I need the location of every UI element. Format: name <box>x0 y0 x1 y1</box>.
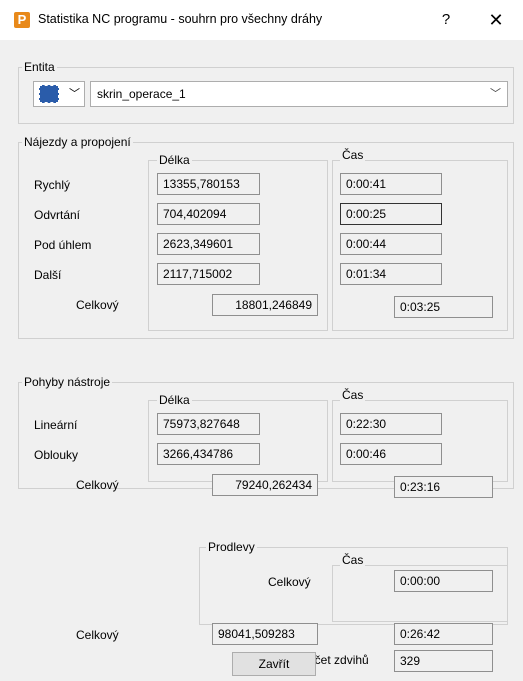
moves-group-label: Nájezdy a propojení <box>22 135 133 149</box>
summary-total-time-field[interactable]: 0:26:42 <box>394 623 493 645</box>
moves-length-field[interactable]: 2117,715002 <box>157 263 260 285</box>
tool-length-field[interactable]: 3266,434786 <box>157 443 260 465</box>
close-button[interactable]: Zavřít <box>232 652 316 676</box>
tool-time-field[interactable]: 0:22:30 <box>340 413 442 435</box>
moves-row-label: Rychlý <box>34 178 71 192</box>
moves-time-field[interactable]: 0:00:25 <box>340 203 442 225</box>
tool-total-length-field[interactable]: 79240,262434 <box>212 474 318 496</box>
moves-total-label: Celkový <box>76 298 119 312</box>
entity-group-label: Entita <box>22 60 57 74</box>
moves-total-length-field[interactable]: 18801,246849 <box>212 294 318 316</box>
tool-length-header: Délka <box>157 393 192 407</box>
moves-time-field[interactable]: 0:00:41 <box>340 173 442 195</box>
title-bar: P Statistika NC programu - souhrn pro vš… <box>0 0 523 40</box>
moves-length-field[interactable]: 704,402094 <box>157 203 260 225</box>
close-window-button[interactable]: ✕ <box>482 8 510 32</box>
moves-row-label: Další <box>34 268 62 282</box>
moves-time-header: Čas <box>340 148 366 162</box>
entity-select-value: skrin_operace_1 <box>97 87 186 101</box>
tool-total-time-field[interactable]: 0:23:16 <box>394 476 493 498</box>
moves-length-field[interactable]: 2623,349601 <box>157 233 260 255</box>
moves-total-time-field[interactable]: 0:03:25 <box>394 296 493 318</box>
tool-row-label: Lineární <box>34 418 78 432</box>
help-button[interactable]: ? <box>434 8 458 32</box>
lifts-count-field[interactable]: 329 <box>394 650 493 672</box>
tool-time-header: Čas <box>340 388 366 402</box>
summary-total-length-field[interactable]: 98041,509283 <box>212 623 318 645</box>
chevron-down-icon: ﹀ <box>69 88 80 100</box>
tool-group-label: Pohyby nástroje <box>22 375 113 389</box>
moves-row-label: Odvrtání <box>34 208 81 222</box>
toolpath-icon <box>39 85 59 103</box>
dwell-total-time-field[interactable]: 0:00:00 <box>394 570 493 592</box>
entity-select[interactable]: skrin_operace_1 ﹀ <box>90 81 508 107</box>
dwell-total-label: Celkový <box>268 575 311 589</box>
moves-time-field[interactable]: 0:01:34 <box>340 263 442 285</box>
moves-length-field[interactable]: 13355,780153 <box>157 173 260 195</box>
tool-total-label: Celkový <box>76 478 119 492</box>
moves-time-field[interactable]: 0:00:44 <box>340 233 442 255</box>
app-icon: P <box>14 12 30 28</box>
entity-type-dropdown[interactable]: ﹀ <box>33 81 85 107</box>
chevron-down-icon: ﹀ <box>490 88 501 100</box>
dwell-group-label: Prodlevy <box>206 540 257 554</box>
tool-row-label: Oblouky <box>34 448 79 462</box>
tool-length-field[interactable]: 75973,827648 <box>157 413 260 435</box>
tool-time-field[interactable]: 0:00:46 <box>340 443 442 465</box>
moves-row-label: Pod úhlem <box>34 238 92 252</box>
window-title: Statistika NC programu - souhrn pro všec… <box>38 12 323 26</box>
summary-total-label: Celkový <box>76 628 119 642</box>
moves-length-header: Délka <box>157 153 192 167</box>
dwell-time-header: Čas <box>340 553 366 567</box>
